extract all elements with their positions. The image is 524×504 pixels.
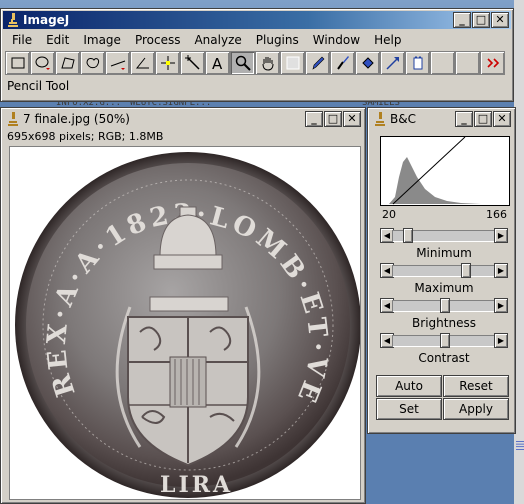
window-title: 7 finale.jpg (50%) (23, 112, 130, 126)
histogram-fill (389, 157, 481, 204)
image-window-titlebar[interactable]: 7 finale.jpg (50%) _ □ ✕ (3, 110, 363, 128)
auto-button[interactable]: Auto (376, 375, 442, 397)
pencil-tool-icon[interactable] (305, 51, 330, 75)
coin-bottom-text: LIRA (160, 472, 233, 498)
brightness-slider[interactable]: ◀ ▶ (380, 298, 508, 313)
maximum-slider[interactable]: ◀ ▶ (380, 263, 508, 278)
slider-thumb[interactable] (403, 228, 414, 243)
arrow-left-icon[interactable]: ◀ (380, 333, 394, 348)
arrow-right-icon[interactable]: ▶ (494, 228, 508, 243)
menu-bar: File Edit Image Process Analyze Plugins … (5, 31, 408, 49)
brush-tool-icon[interactable] (330, 51, 355, 75)
wand-tool-icon[interactable] (180, 51, 205, 75)
menu-window[interactable]: Window (306, 31, 367, 49)
maximize-icon[interactable]: □ (474, 111, 492, 127)
hand-tool-icon[interactable] (255, 51, 280, 75)
arrow-left-icon[interactable]: ◀ (380, 228, 394, 243)
flood-fill-tool-icon[interactable] (355, 51, 380, 75)
polygon-tool-icon[interactable] (55, 51, 80, 75)
image-window: 7 finale.jpg (50%) _ □ ✕ 695x698 pixels;… (0, 107, 366, 504)
window-title: B&C (390, 112, 416, 126)
magnifier-tool-icon[interactable] (230, 51, 255, 75)
menu-image[interactable]: Image (76, 31, 128, 49)
close-icon[interactable]: ✕ (493, 111, 511, 127)
contrast-label: Contrast (418, 351, 470, 365)
arrow-left-icon[interactable]: ◀ (380, 298, 394, 313)
maximize-icon[interactable]: □ (324, 111, 342, 127)
histogram-max-label: 166 (486, 208, 507, 221)
imagej-microscope-icon (7, 13, 19, 27)
macro-tool-icon[interactable] (405, 51, 430, 75)
menu-process[interactable]: Process (128, 31, 188, 49)
coin-image: REX·A·A·1823·LOMB·ET·VEN· (10, 147, 360, 498)
histogram-min-label: 20 (382, 208, 396, 221)
slider-thumb[interactable] (440, 298, 450, 313)
maximize-icon[interactable]: □ (472, 12, 490, 28)
reset-button[interactable]: Reset (443, 375, 509, 397)
maximum-label: Maximum (414, 281, 474, 295)
histogram (380, 136, 510, 206)
arrow-left-icon[interactable]: ◀ (380, 263, 394, 278)
slider-thumb[interactable] (461, 263, 472, 278)
menu-plugins[interactable]: Plugins (249, 31, 306, 49)
blank-tool-icon[interactable] (455, 51, 480, 75)
minimum-label: Minimum (416, 246, 472, 260)
background-vertical-text: |||| (516, 440, 524, 451)
arrow-right-icon[interactable]: ▶ (494, 298, 508, 313)
imagej-microscope-icon (374, 112, 386, 126)
arrow-right-icon[interactable]: ▶ (494, 263, 508, 278)
imagej-main-window: ImageJ _ □ ✕ File Edit Image Process Ana… (0, 8, 514, 102)
more-tools-icon[interactable] (480, 51, 505, 75)
window-title: ImageJ (23, 13, 70, 27)
imagej-microscope-icon (7, 112, 19, 126)
brightness-label: Brightness (412, 316, 476, 330)
freehand-tool-icon[interactable] (80, 51, 105, 75)
menu-analyze[interactable]: Analyze (187, 31, 248, 49)
menu-file[interactable]: File (5, 31, 39, 49)
image-canvas[interactable]: REX·A·A·1823·LOMB·ET·VEN· (9, 146, 361, 500)
apply-button[interactable]: Apply (443, 398, 509, 420)
minimize-icon[interactable]: _ (453, 12, 471, 28)
imagej-titlebar[interactable]: ImageJ _ □ ✕ (3, 11, 511, 29)
minimum-slider[interactable]: ◀ ▶ (380, 228, 508, 243)
line-tool-icon[interactable] (105, 51, 130, 75)
slider-thumb[interactable] (440, 333, 450, 348)
oval-tool-icon[interactable] (30, 51, 55, 75)
rectangle-tool-icon[interactable] (5, 51, 30, 75)
tool-bar: A (5, 51, 505, 75)
contrast-slider[interactable]: ◀ ▶ (380, 333, 508, 348)
arrow-tool-icon[interactable] (380, 51, 405, 75)
set-button[interactable]: Set (376, 398, 442, 420)
blank-tool-icon[interactable] (430, 51, 455, 75)
dropper-tool-icon[interactable] (280, 51, 305, 75)
close-icon[interactable]: ✕ (491, 12, 509, 28)
point-tool-icon[interactable] (155, 51, 180, 75)
minimize-icon[interactable]: _ (455, 111, 473, 127)
text-tool-icon[interactable]: A (205, 51, 230, 75)
bc-titlebar[interactable]: B&C _ □ ✕ (370, 110, 513, 128)
brightness-contrast-window: B&C _ □ ✕ 20 166 ◀ ▶ Minimum ◀ ▶ Maximum… (367, 107, 516, 434)
svg-text:A: A (212, 55, 223, 71)
angle-tool-icon[interactable] (130, 51, 155, 75)
minimize-icon[interactable]: _ (305, 111, 323, 127)
image-info: 695x698 pixels; RGB; 1.8MB (7, 130, 164, 143)
close-icon[interactable]: ✕ (343, 111, 361, 127)
arrow-right-icon[interactable]: ▶ (494, 333, 508, 348)
status-bar: Pencil Tool (7, 79, 70, 93)
menu-edit[interactable]: Edit (39, 31, 76, 49)
menu-help[interactable]: Help (367, 31, 408, 49)
